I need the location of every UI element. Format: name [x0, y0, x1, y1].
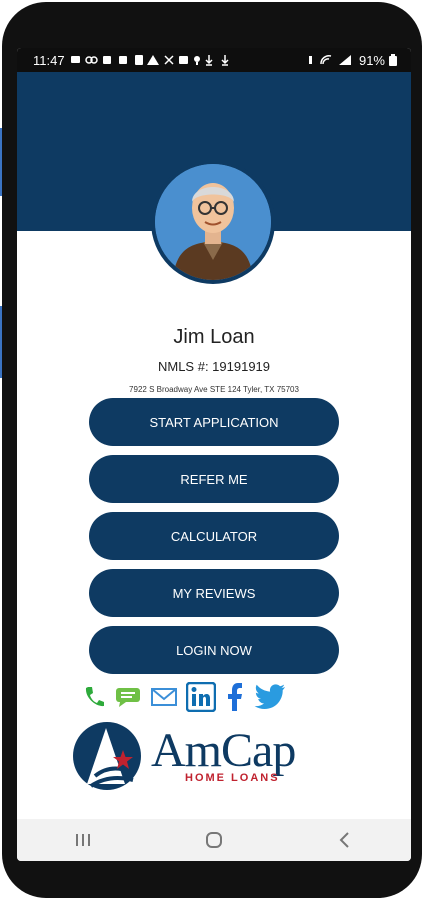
status-bar: 11:47 91%	[17, 48, 411, 72]
brand-name: AmCap	[151, 724, 296, 777]
notification-icons	[70, 55, 229, 66]
back-icon[interactable]	[335, 831, 355, 849]
profile-header	[17, 72, 411, 284]
phone-icon[interactable]	[83, 685, 105, 709]
brand-tagline: HOME LOANS	[185, 772, 280, 784]
battery-icon	[389, 54, 397, 66]
loan-officer-name: Jim Loan	[173, 326, 255, 348]
status-right: 91%	[308, 52, 397, 68]
calculator-button[interactable]: CALCULATOR	[89, 512, 339, 560]
sms-icon[interactable]	[114, 685, 142, 709]
avatar-image	[155, 164, 271, 280]
signal-icons	[308, 55, 351, 65]
facebook-icon[interactable]	[225, 682, 245, 712]
battery-percent: 91%	[358, 52, 385, 68]
phone-frame: 11:47 91% Jim Loan NMLS #: 19191919 7922…	[2, 2, 422, 898]
office-address: 7922 S Broadway Ave STE 124 Tyler, TX 75…	[129, 385, 299, 394]
profile-info: Jim Loan NMLS #: 19191919 7922 S Broadwa…	[17, 326, 411, 394]
contact-icons	[83, 682, 411, 712]
login-now-button[interactable]: LOGIN NOW	[89, 626, 339, 674]
avatar	[151, 160, 275, 284]
linkedin-icon[interactable]	[186, 682, 216, 712]
email-icon[interactable]	[151, 687, 177, 707]
nmls-number: NMLS #: 19191919	[157, 359, 271, 374]
amcap-emblem	[73, 722, 141, 790]
app-screen: 11:47 91% Jim Loan NMLS #: 19191919 7922…	[17, 48, 411, 861]
my-reviews-button[interactable]: MY REVIEWS	[89, 569, 339, 617]
status-left: 11:47	[33, 53, 245, 68]
action-buttons: START APPLICATION REFER ME CALCULATOR MY…	[17, 398, 411, 674]
amcap-logo: AmCap HOME LOANS	[71, 720, 411, 792]
twitter-icon[interactable]	[254, 684, 286, 710]
start-application-button[interactable]: START APPLICATION	[89, 398, 339, 446]
recent-apps-icon[interactable]	[73, 831, 93, 849]
logo-text: AmCap HOME LOANS	[151, 724, 296, 785]
refer-me-button[interactable]: REFER ME	[89, 455, 339, 503]
android-nav-bar	[17, 819, 411, 861]
status-time: 11:47	[33, 52, 65, 68]
person-illustration	[155, 164, 271, 280]
home-icon[interactable]	[204, 831, 224, 849]
